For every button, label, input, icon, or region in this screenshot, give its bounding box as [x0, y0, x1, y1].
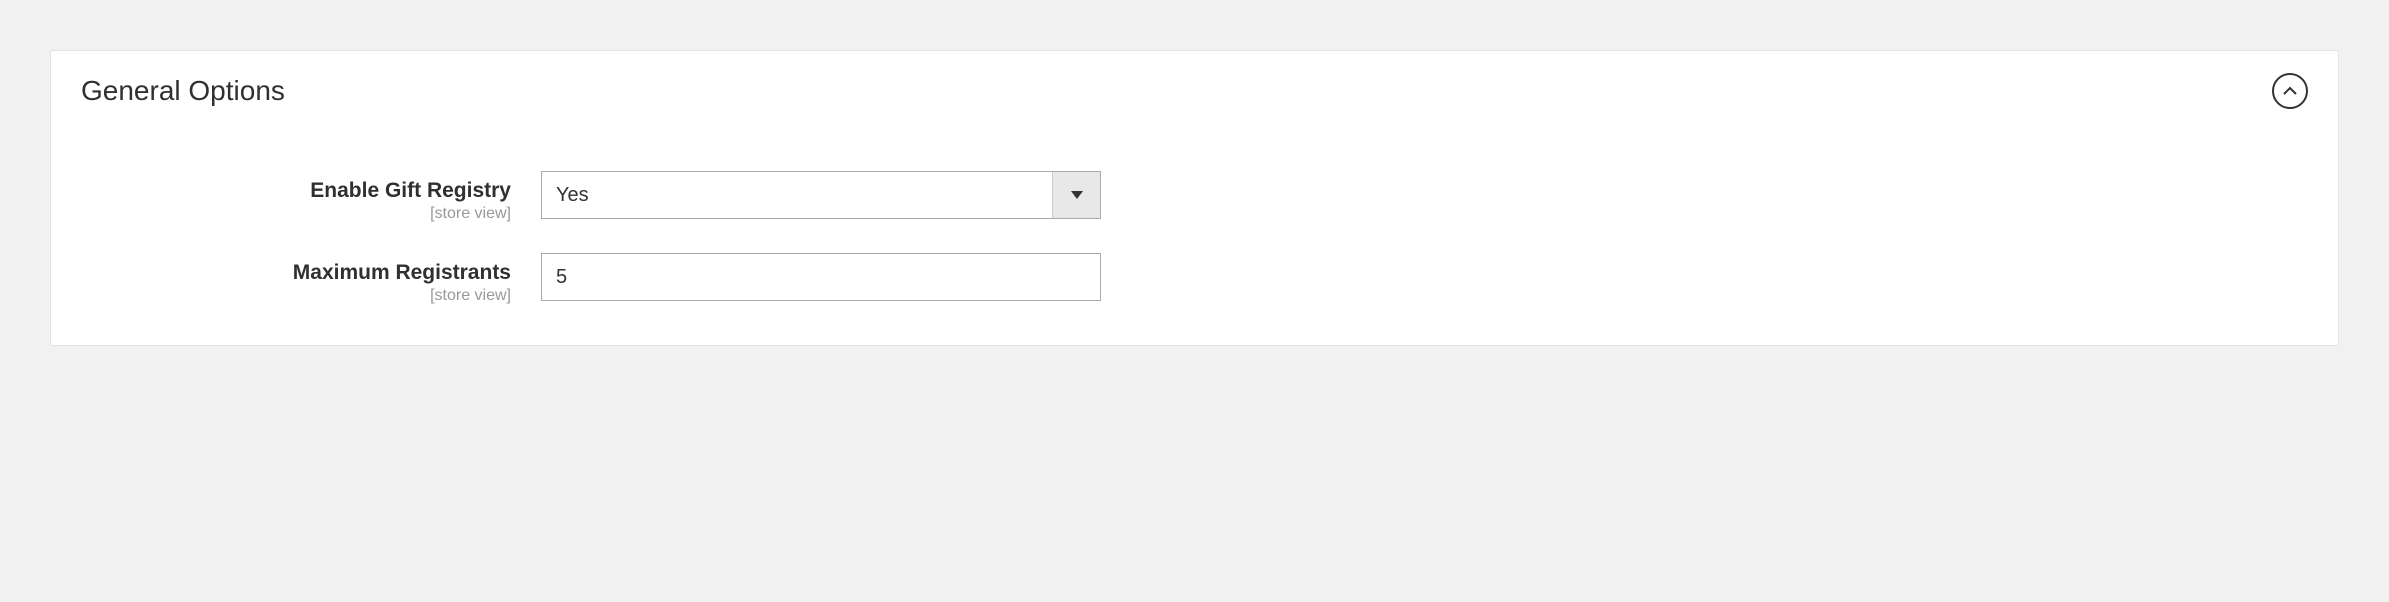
- enable-gift-registry-row: Enable Gift Registry [store view] Yes: [81, 171, 2308, 223]
- enable-gift-registry-label: Enable Gift Registry: [81, 179, 511, 203]
- panel-body: Enable Gift Registry [store view] Yes Ma…: [51, 131, 2338, 345]
- label-column: Enable Gift Registry [store view]: [81, 171, 541, 223]
- maximum-registrants-row: Maximum Registrants [store view]: [81, 253, 2308, 305]
- general-options-panel: General Options Enable Gift Registry [st…: [50, 50, 2339, 346]
- enable-gift-registry-scope: [store view]: [81, 205, 511, 223]
- collapse-toggle-button[interactable]: [2272, 73, 2308, 109]
- maximum-registrants-scope: [store view]: [81, 287, 511, 305]
- panel-title: General Options: [81, 75, 285, 107]
- select-value: Yes: [542, 172, 1052, 218]
- input-column: Yes: [541, 171, 1101, 219]
- maximum-registrants-input[interactable]: [541, 253, 1101, 301]
- maximum-registrants-label: Maximum Registrants: [81, 261, 511, 285]
- chevron-up-icon: [2283, 84, 2297, 99]
- input-column: [541, 253, 1101, 301]
- enable-gift-registry-select[interactable]: Yes: [541, 171, 1101, 219]
- panel-header: General Options: [51, 51, 2338, 131]
- label-column: Maximum Registrants [store view]: [81, 253, 541, 305]
- chevron-down-icon: [1052, 172, 1100, 218]
